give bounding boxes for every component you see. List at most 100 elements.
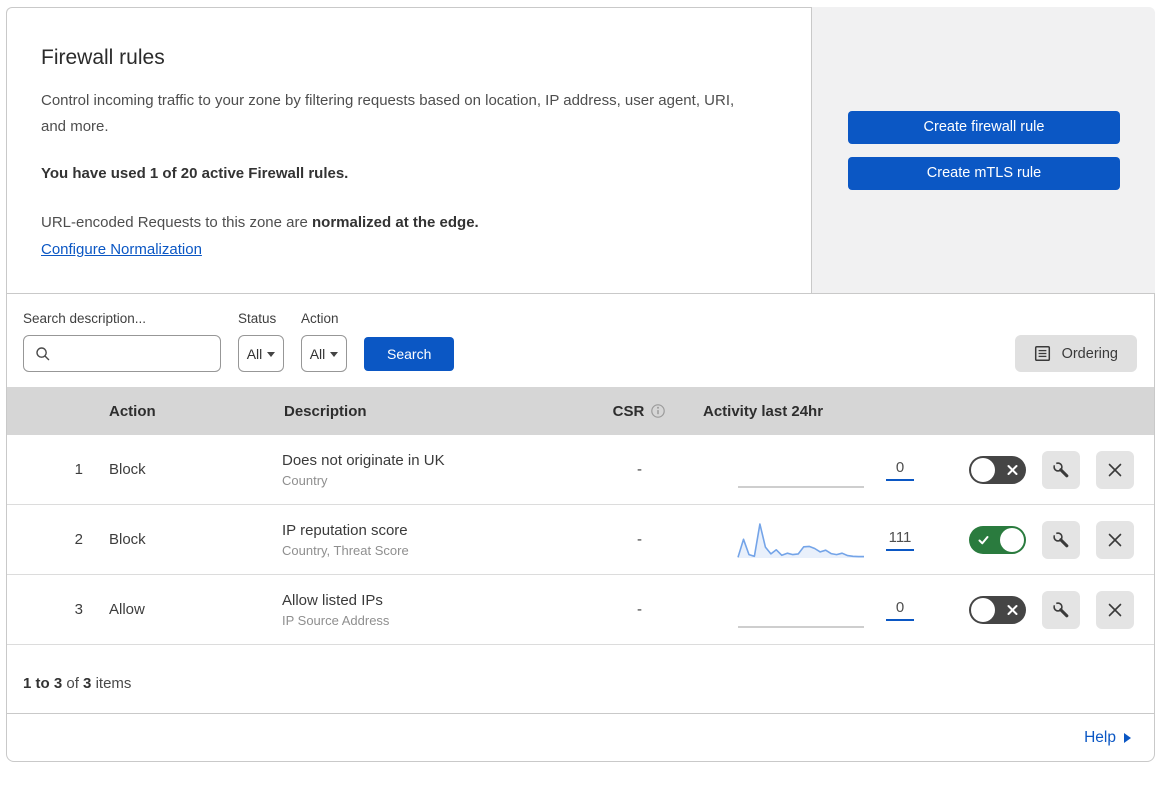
of-text: of bbox=[66, 675, 79, 692]
table-row: 2 Block IP reputation score Country, Thr… bbox=[7, 505, 1154, 575]
help-link[interactable]: Help bbox=[1084, 729, 1131, 747]
close-icon bbox=[1107, 602, 1123, 618]
normalization-prefix: URL-encoded Requests to this zone are bbox=[41, 213, 308, 231]
edit-rule-button[interactable] bbox=[1042, 450, 1080, 489]
items-range: 1 to 3 bbox=[23, 675, 63, 692]
close-icon bbox=[1107, 462, 1123, 478]
status-select-value: All bbox=[246, 345, 263, 362]
table-header: Action Description CSR Activity last 24h… bbox=[7, 387, 1154, 435]
activity-sparkline bbox=[737, 449, 865, 491]
toggle-state-icon bbox=[1007, 604, 1018, 615]
pagination-summary: 1 to 3 of 3 items bbox=[7, 645, 1154, 713]
csr-column-header: CSR bbox=[592, 403, 687, 420]
rule-activity-cell: 111 bbox=[687, 519, 932, 561]
action-label: Action bbox=[301, 311, 339, 326]
wrench-icon bbox=[1051, 530, 1071, 550]
usage-notice: You have used 1 of 20 active Firewall ru… bbox=[41, 164, 349, 182]
action-column-header: Action bbox=[109, 402, 156, 420]
delete-rule-button[interactable] bbox=[1096, 450, 1134, 489]
info-icon[interactable] bbox=[650, 403, 666, 419]
search-icon bbox=[35, 346, 51, 362]
description-column-header: Description bbox=[284, 402, 367, 420]
activity-count-link[interactable]: 111 bbox=[886, 529, 914, 551]
normalization-bold: normalized at the edge. bbox=[312, 213, 479, 231]
create-firewall-rule-button[interactable]: Create firewall rule bbox=[848, 110, 1120, 144]
activity-count-link[interactable]: 0 bbox=[886, 459, 914, 481]
items-total: 3 bbox=[83, 675, 92, 692]
search-input[interactable] bbox=[23, 335, 221, 372]
rule-activity-cell: 0 bbox=[687, 449, 932, 491]
rule-enable-toggle[interactable] bbox=[969, 595, 1026, 624]
activity-sparkline bbox=[737, 589, 865, 631]
rule-priority: 2 bbox=[74, 531, 83, 548]
status-select[interactable]: All bbox=[238, 335, 284, 372]
page-description: Control incoming traffic to your zone by… bbox=[41, 92, 735, 136]
rule-description-cell: Does not originate in UK Country bbox=[272, 452, 592, 488]
rule-priority: 1 bbox=[74, 461, 83, 478]
action-select-value: All bbox=[309, 345, 326, 362]
filter-bar: Search description... Status All Action … bbox=[7, 294, 1154, 387]
rule-action: Allow bbox=[109, 601, 145, 618]
items-text: items bbox=[95, 675, 132, 692]
normalization-text: URL-encoded Requests to this zone are no… bbox=[41, 210, 771, 236]
help-bar: Help bbox=[6, 714, 1155, 762]
rule-csr-value: - bbox=[637, 461, 642, 478]
delete-rule-button[interactable] bbox=[1096, 590, 1134, 629]
activity-count-link[interactable]: 0 bbox=[886, 599, 914, 621]
action-group: Action All bbox=[301, 311, 347, 372]
rule-description: Allow listed IPs bbox=[282, 591, 383, 609]
toggle-state-icon bbox=[1007, 464, 1018, 475]
rule-activity-cell: 0 bbox=[687, 589, 932, 631]
rule-enable-toggle[interactable] bbox=[969, 525, 1026, 554]
wrench-icon bbox=[1051, 460, 1071, 480]
rule-priority: 3 bbox=[74, 601, 83, 618]
close-icon bbox=[1107, 532, 1123, 548]
configure-normalization-link[interactable]: Configure Normalization bbox=[41, 241, 202, 258]
activity-column-header: Activity last 24hr bbox=[703, 402, 824, 420]
rule-fields: IP Source Address bbox=[282, 612, 390, 628]
toggle-knob bbox=[1000, 527, 1024, 552]
toggle-knob bbox=[971, 597, 995, 622]
ordering-button[interactable]: Ordering bbox=[1014, 335, 1137, 372]
search-label: Search description... bbox=[23, 311, 147, 326]
rule-action: Block bbox=[109, 531, 146, 548]
wrench-icon bbox=[1051, 600, 1071, 620]
intro-card: Firewall rules Control incoming traffic … bbox=[6, 7, 812, 293]
arrow-right-icon bbox=[1124, 732, 1131, 743]
page-title: Firewall rules bbox=[41, 46, 165, 69]
rule-controls bbox=[932, 450, 1154, 489]
csr-header-label: CSR bbox=[612, 402, 645, 420]
rule-csr-value: - bbox=[637, 601, 642, 618]
rule-csr-value: - bbox=[637, 531, 642, 548]
rules-panel: Search description... Status All Action … bbox=[6, 293, 1155, 714]
chevron-down-icon bbox=[330, 351, 339, 357]
chevron-down-icon bbox=[267, 351, 276, 357]
cta-panel: Create firewall rule Create mTLS rule bbox=[812, 7, 1155, 293]
rule-description-cell: Allow listed IPs IP Source Address bbox=[272, 592, 592, 628]
rule-description: IP reputation score bbox=[282, 521, 408, 539]
rule-controls bbox=[932, 590, 1154, 629]
rule-controls bbox=[932, 520, 1154, 559]
search-group: Search description... bbox=[23, 311, 221, 372]
status-label: Status bbox=[238, 311, 277, 326]
toggle-knob bbox=[971, 457, 995, 482]
rule-fields: Country bbox=[282, 472, 328, 488]
firewall-rules-page: Firewall rules Control incoming traffic … bbox=[0, 0, 1161, 791]
rule-description-cell: IP reputation score Country, Threat Scor… bbox=[272, 522, 592, 558]
create-mtls-rule-button[interactable]: Create mTLS rule bbox=[848, 156, 1120, 190]
rule-fields: Country, Threat Score bbox=[282, 542, 409, 558]
delete-rule-button[interactable] bbox=[1096, 520, 1134, 559]
edit-rule-button[interactable] bbox=[1042, 590, 1080, 629]
help-link-label: Help bbox=[1084, 728, 1116, 746]
activity-sparkline bbox=[737, 519, 865, 561]
action-select[interactable]: All bbox=[301, 335, 347, 372]
status-group: Status All bbox=[238, 311, 284, 372]
rule-enable-toggle[interactable] bbox=[969, 455, 1026, 484]
intro-section: Firewall rules Control incoming traffic … bbox=[6, 7, 1155, 293]
edit-rule-button[interactable] bbox=[1042, 520, 1080, 559]
rule-action: Block bbox=[109, 461, 146, 478]
table-body: 1 Block Does not originate in UK Country… bbox=[7, 435, 1154, 645]
ordering-button-label: Ordering bbox=[1061, 345, 1118, 362]
ordering-list-icon bbox=[1034, 345, 1051, 362]
search-button[interactable]: Search bbox=[364, 337, 455, 371]
